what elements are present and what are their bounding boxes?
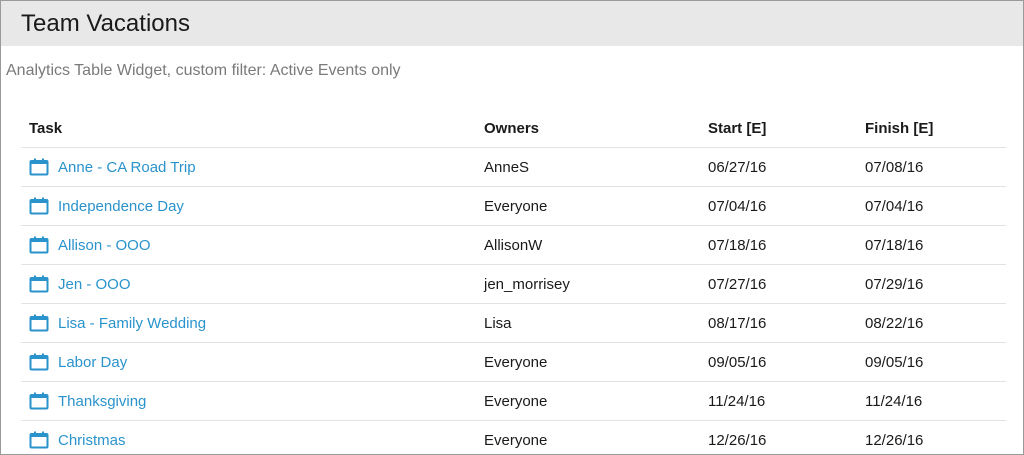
- calendar-icon: [29, 431, 49, 449]
- calendar-icon: [29, 275, 49, 293]
- owners-cell: Everyone: [484, 342, 708, 382]
- start-cell: 07/04/16: [708, 186, 865, 226]
- owners-cell: Lisa: [484, 303, 708, 343]
- table-row: Thanksgiving Everyone 11/24/16 11/24/16: [21, 381, 1006, 421]
- task-cell: Christmas: [21, 420, 484, 454]
- finish-cell: 07/29/16: [865, 264, 1006, 304]
- task-link[interactable]: Labor Day: [58, 354, 127, 371]
- table-row: Christmas Everyone 12/26/16 12/26/16: [21, 420, 1006, 454]
- finish-cell: 07/18/16: [865, 225, 1006, 265]
- owners-cell: jen_morrisey: [484, 264, 708, 304]
- table-row: Allison - OOO AllisonW 07/18/16 07/18/16: [21, 225, 1006, 265]
- table-row: Labor Day Everyone 09/05/16 09/05/16: [21, 342, 1006, 382]
- calendar-icon: [29, 353, 49, 371]
- start-cell: 08/17/16: [708, 303, 865, 343]
- table-row: Anne - CA Road Trip AnneS 06/27/16 07/08…: [21, 147, 1006, 187]
- finish-cell: 09/05/16: [865, 342, 1006, 382]
- calendar-icon: [29, 158, 49, 176]
- task-link[interactable]: Anne - CA Road Trip: [58, 159, 196, 176]
- calendar-icon: [29, 392, 49, 410]
- widget-title: Team Vacations: [21, 9, 190, 37]
- finish-cell: 08/22/16: [865, 303, 1006, 343]
- task-link[interactable]: Allison - OOO: [58, 237, 151, 254]
- table-row: Independence Day Everyone 07/04/16 07/04…: [21, 186, 1006, 226]
- finish-cell: 12/26/16: [865, 420, 1006, 454]
- task-link[interactable]: Thanksgiving: [58, 393, 146, 410]
- task-cell: Independence Day: [21, 186, 484, 226]
- start-cell: 07/27/16: [708, 264, 865, 304]
- start-cell: 09/05/16: [708, 342, 865, 382]
- owners-cell: AnneS: [484, 147, 708, 187]
- finish-cell: 11/24/16: [865, 381, 1006, 421]
- owners-cell: Everyone: [484, 420, 708, 454]
- task-cell: Anne - CA Road Trip: [21, 147, 484, 187]
- column-header-task[interactable]: Task: [21, 109, 484, 148]
- column-header-owners[interactable]: Owners: [484, 109, 708, 148]
- start-cell: 06/27/16: [708, 147, 865, 187]
- finish-cell: 07/04/16: [865, 186, 1006, 226]
- analytics-table-widget: Team Vacations Analytics Table Widget, c…: [0, 0, 1024, 455]
- task-cell: Allison - OOO: [21, 225, 484, 265]
- task-cell: Lisa - Family Wedding: [21, 303, 484, 343]
- calendar-icon: [29, 236, 49, 254]
- finish-cell: 07/08/16: [865, 147, 1006, 187]
- start-cell: 12/26/16: [708, 420, 865, 454]
- widget-header: Team Vacations: [1, 1, 1023, 46]
- table-row: Lisa - Family Wedding Lisa 08/17/16 08/2…: [21, 303, 1006, 343]
- widget-subtitle: Analytics Table Widget, custom filter: A…: [6, 62, 401, 79]
- task-cell: Jen - OOO: [21, 264, 484, 304]
- calendar-icon: [29, 314, 49, 332]
- events-table: Task Owners Start [E] Finish [E] Anne - …: [21, 109, 1006, 454]
- task-link[interactable]: Jen - OOO: [58, 276, 131, 293]
- owners-cell: Everyone: [484, 186, 708, 226]
- calendar-icon: [29, 197, 49, 215]
- table-header-row: Task Owners Start [E] Finish [E]: [21, 109, 1006, 148]
- table-body: Anne - CA Road Trip AnneS 06/27/16 07/08…: [21, 147, 1006, 454]
- table-row: Jen - OOO jen_morrisey 07/27/16 07/29/16: [21, 264, 1006, 304]
- task-cell: Labor Day: [21, 342, 484, 382]
- task-link[interactable]: Christmas: [58, 432, 126, 449]
- task-cell: Thanksgiving: [21, 381, 484, 421]
- table-header: Task Owners Start [E] Finish [E]: [21, 109, 1006, 148]
- task-link[interactable]: Independence Day: [58, 198, 184, 215]
- task-link[interactable]: Lisa - Family Wedding: [58, 315, 206, 332]
- owners-cell: AllisonW: [484, 225, 708, 265]
- events-table-container: Task Owners Start [E] Finish [E] Anne - …: [21, 109, 1006, 454]
- owners-cell: Everyone: [484, 381, 708, 421]
- start-cell: 11/24/16: [708, 381, 865, 421]
- column-header-start[interactable]: Start [E]: [708, 109, 865, 148]
- start-cell: 07/18/16: [708, 225, 865, 265]
- column-header-finish[interactable]: Finish [E]: [865, 109, 1006, 148]
